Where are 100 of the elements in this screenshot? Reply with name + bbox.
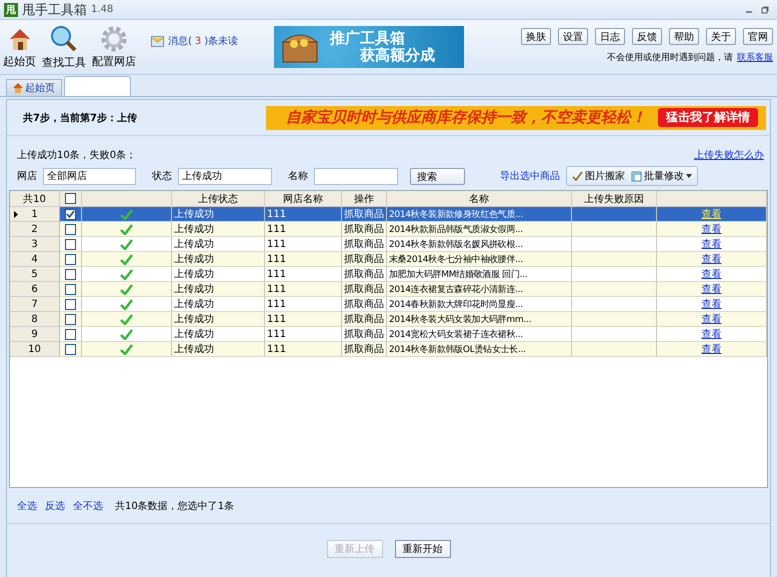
- magnifier-icon: [50, 24, 78, 52]
- row-checkbox[interactable]: [65, 254, 76, 264]
- house-icon: [13, 83, 23, 93]
- header-button[interactable]: 反馈: [632, 28, 662, 45]
- caret-icon: [686, 174, 692, 178]
- header-button[interactable]: 日志: [595, 28, 625, 45]
- table-cell: 抓取商品: [342, 342, 387, 357]
- search-button[interactable]: 搜索: [410, 168, 465, 184]
- version-label: 1.48: [91, 4, 114, 15]
- upload-failed-help-link[interactable]: 上传失败怎么办: [694, 148, 764, 162]
- restore-icon[interactable]: [761, 6, 769, 14]
- help-text: 不会使用或使用时遇到问题，请: [607, 52, 733, 64]
- field-label: 名称: [288, 170, 308, 183]
- window-title: 甩手工具箱: [22, 2, 87, 18]
- contact-link[interactable]: 联系客服: [737, 53, 773, 63]
- column-header: 操作: [342, 191, 387, 206]
- success-check-icon: [120, 284, 133, 294]
- message-link[interactable]: 消息( 3 )条未读: [168, 34, 238, 48]
- header-button[interactable]: 官网: [743, 28, 773, 45]
- row-number: 4: [10, 252, 60, 267]
- row-number: 8: [10, 312, 60, 327]
- view-link[interactable]: 查看: [702, 312, 722, 326]
- row-checkbox[interactable]: [65, 284, 76, 294]
- selection-link[interactable]: 全选: [17, 498, 37, 512]
- header-button[interactable]: 设置: [558, 28, 588, 45]
- selection-summary: 共10条数据，您选中了1条: [115, 500, 234, 512]
- success-check-icon: [120, 224, 133, 234]
- header-button[interactable]: 关于: [706, 28, 736, 45]
- row-number: 10: [10, 342, 60, 357]
- row-checkbox[interactable]: [65, 238, 76, 250]
- action-button[interactable]: 重新开始: [394, 540, 450, 558]
- selection-link[interactable]: 全不选: [73, 498, 103, 512]
- row-count-header: 共10: [10, 191, 60, 206]
- view-link[interactable]: 查看: [702, 237, 722, 251]
- row-checkbox[interactable]: [65, 268, 76, 280]
- row-checkbox[interactable]: [65, 224, 76, 234]
- table-row[interactable]: 6 上传成功 111 抓取商品 2014连衣裙复古森碎花小清新连... 查看: [10, 282, 767, 297]
- field-label: 状态: [152, 170, 172, 183]
- row-pointer-icon: [14, 210, 18, 218]
- table-row[interactable]: 3 上传成功 111 抓取商品 2014秋冬新款韩版名媛风拼砍根... 查看: [10, 237, 767, 252]
- row-number: 2: [10, 222, 60, 237]
- table-row[interactable]: 10 上传成功 111 抓取商品 2014秋冬新款韩版OL烫钻女士长... 查看: [10, 342, 767, 357]
- export-link[interactable]: 导出选中商品: [500, 169, 560, 183]
- view-link[interactable]: 查看: [702, 222, 722, 236]
- view-link[interactable]: 查看: [702, 207, 722, 221]
- column-header: 名称: [387, 191, 572, 206]
- table-row[interactable]: 9 上传成功 111 抓取商品 2014宽松大码女装裙子连衣裙秋... 查看: [10, 327, 767, 342]
- row-checkbox[interactable]: [65, 328, 76, 340]
- toolbar-button[interactable]: 起始页: [0, 20, 39, 74]
- ad-details-button[interactable]: 猛击我了解详情: [658, 108, 758, 127]
- toolbar-action-button[interactable]: 批量修改: [630, 168, 693, 184]
- view-link[interactable]: 查看: [702, 297, 722, 311]
- filter-field[interactable]: [314, 168, 398, 184]
- envelope-icon: [151, 36, 164, 46]
- success-check-icon: [120, 314, 133, 324]
- toolbar-action-button[interactable]: 图片搬家: [571, 168, 626, 184]
- header-button[interactable]: 帮助: [669, 28, 699, 45]
- view-link[interactable]: 查看: [702, 327, 722, 341]
- success-check-icon: [120, 254, 133, 264]
- selection-link[interactable]: 反选: [45, 498, 65, 512]
- row-checkbox[interactable]: [65, 208, 76, 220]
- row-checkbox[interactable]: [65, 344, 76, 354]
- success-check-icon: [120, 268, 133, 280]
- row-number: 6: [10, 282, 60, 297]
- header-button[interactable]: 换肤: [521, 28, 551, 45]
- window-icon: [631, 170, 642, 182]
- column-header: 上传失败原因: [572, 191, 657, 206]
- row-checkbox[interactable]: [65, 314, 76, 324]
- view-link[interactable]: 查看: [702, 282, 722, 296]
- view-link[interactable]: 查看: [702, 342, 722, 356]
- filter-field[interactable]: 上传成功: [178, 168, 272, 184]
- ad-text: 自家宝贝时时与供应商库存保持一致，不空卖更轻松！: [286, 108, 646, 127]
- promo-subtitle: 获高额分成: [359, 47, 436, 64]
- table-row[interactable]: 4 上传成功 111 抓取商品 末桑2014秋冬七分袖中袖收腰伴... 查看: [10, 252, 767, 267]
- column-header: 网店名称: [265, 191, 342, 206]
- step-text: 共7步，当前第7步：上传: [23, 112, 137, 124]
- row-number: 9: [10, 327, 60, 342]
- select-all-checkbox[interactable]: [65, 193, 76, 204]
- gear-icon: [101, 26, 127, 52]
- field-label: 网店: [17, 170, 37, 183]
- table-row[interactable]: 7 上传成功 111 抓取商品 2014春秋新款大牌印花时尚显瘦... 查看: [10, 297, 767, 312]
- toolbar-button[interactable]: 配置网店: [89, 20, 139, 74]
- row-checkbox[interactable]: [65, 298, 76, 310]
- table-row[interactable]: 1 上传成功 111 抓取商品 2014秋冬装新款修身玫红色气质... 查看: [10, 207, 767, 222]
- filter-field[interactable]: 全部网店: [43, 168, 136, 184]
- promo-title: 推广工具箱: [330, 30, 406, 47]
- row-number: 7: [10, 297, 60, 312]
- toolbar-button[interactable]: 查找工具: [39, 20, 89, 74]
- column-header: 上传状态: [172, 191, 265, 206]
- success-check-icon: [120, 344, 133, 354]
- table-row[interactable]: 8 上传成功 111 抓取商品 2014秋冬装大码女装加大码胖mm... 查看: [10, 312, 767, 327]
- table-row[interactable]: 2 上传成功 111 抓取商品 2014秋款新品韩版气质淑女假两... 查看: [10, 222, 767, 237]
- row-number: 5: [10, 267, 60, 282]
- table-row[interactable]: 5 上传成功 111 抓取商品 加肥加大码胖MM结婚敬酒服 回门... 查看: [10, 267, 767, 282]
- view-link[interactable]: 查看: [702, 267, 722, 281]
- tab[interactable]: 起始页: [6, 79, 62, 96]
- view-link[interactable]: 查看: [702, 252, 722, 266]
- pen-check-icon: [572, 171, 583, 181]
- row-number: 3: [10, 237, 60, 252]
- app-logo: 甩: [4, 2, 18, 16]
